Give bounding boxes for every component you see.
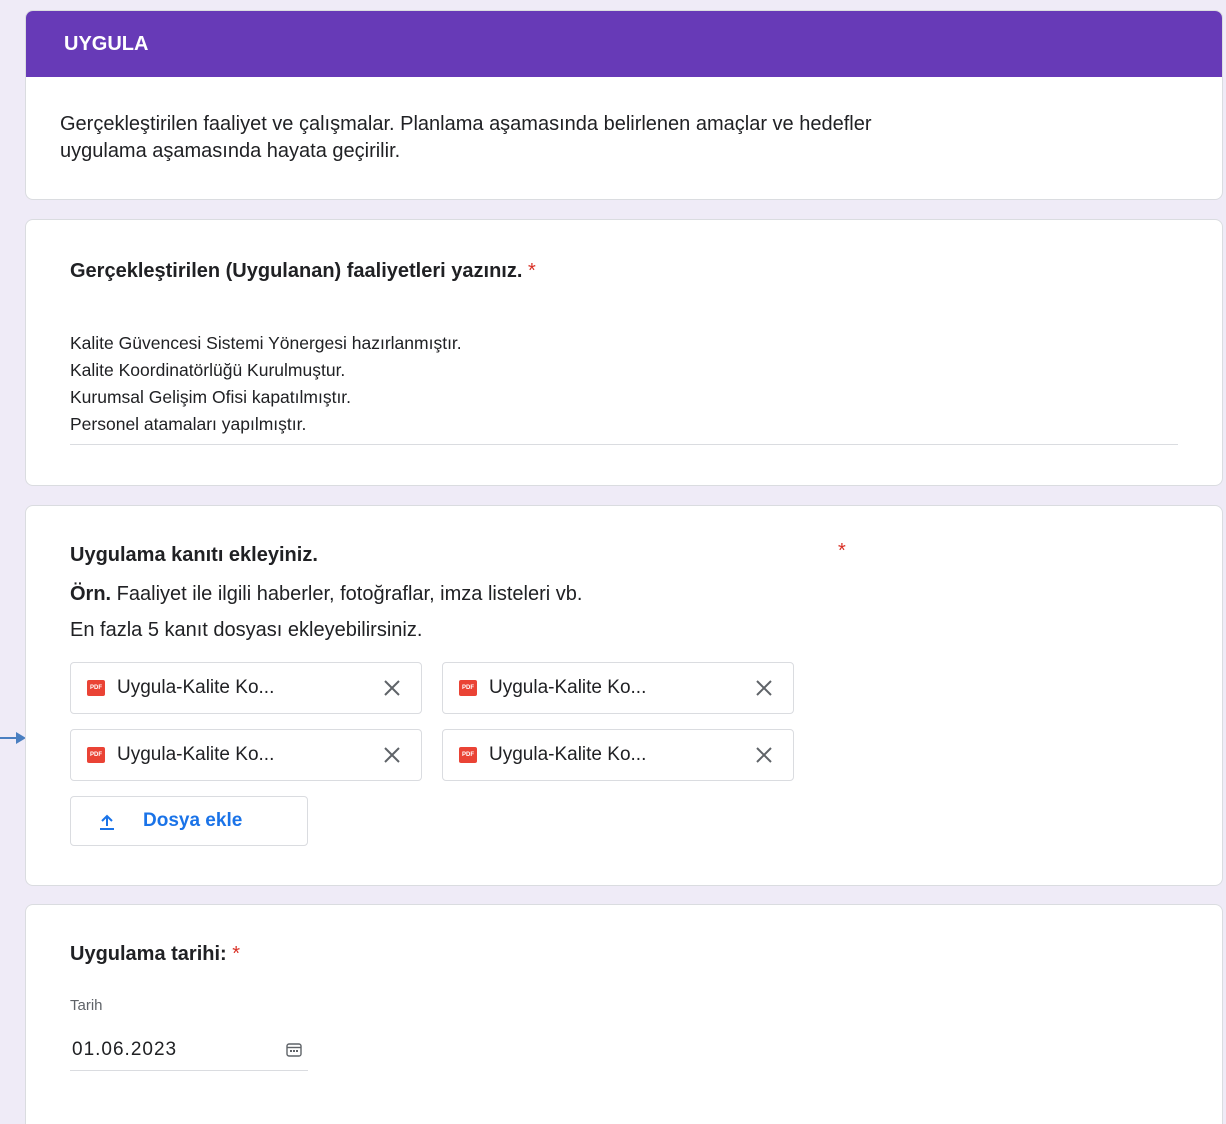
question-title-text: Gerçekleştirilen (Uygulanan) faaliyetler…	[70, 260, 523, 282]
arrow-annotation-icon	[0, 732, 26, 744]
calendar-icon[interactable]	[286, 1043, 302, 1057]
question-date: Uygulama tarihi: * Tarih 01.06.2023	[25, 904, 1223, 1124]
section-title: UYGULA	[26, 11, 1222, 77]
answer-line: Kurumsal Gelişim Ofisi kapatılmıştır.	[70, 387, 352, 407]
required-mark: *	[232, 943, 241, 965]
question-activities: Gerçekleştirilen (Uygulanan) faaliyetler…	[25, 219, 1223, 486]
required-mark: *	[527, 260, 536, 282]
section-description-line: uygulama aşamasında hayata geçirilir.	[60, 140, 401, 162]
pdf-icon: PDF	[459, 747, 477, 763]
answer-line: Kalite Güvencesi Sistemi Yönergesi hazır…	[70, 333, 462, 353]
question-description: Örn. Faaliyet ile ilgili haberler, fotoğ…	[70, 576, 582, 648]
pdf-icon: PDF	[87, 680, 105, 696]
example-line: Örn. Faaliyet ile ilgili haberler, fotoğ…	[70, 576, 582, 612]
file-name: Uygula-Kalite Ko...	[489, 677, 647, 698]
question-title: Gerçekleştirilen (Uygulanan) faaliyetler…	[70, 260, 536, 283]
example-prefix: Örn.	[70, 583, 112, 605]
file-chip[interactable]: PDF Uygula-Kalite Ko...	[442, 729, 794, 781]
file-chip[interactable]: PDF Uygula-Kalite Ko...	[70, 662, 422, 714]
question-title: Uygulama tarihi: *	[70, 943, 240, 966]
limit-text: En fazla 5 kanıt dosyası ekleyebilirsini…	[70, 619, 423, 641]
close-icon[interactable]	[381, 677, 403, 699]
file-name: Uygula-Kalite Ko...	[489, 744, 647, 765]
question-title-text: Uygulama tarihi:	[70, 943, 227, 965]
question-title: Uygulama kanıtı ekleyiniz.	[70, 544, 318, 566]
file-name: Uygula-Kalite Ko...	[117, 744, 275, 765]
question-evidence: Uygulama kanıtı ekleyiniz. * Örn. Faaliy…	[25, 505, 1223, 886]
file-chip[interactable]: PDF Uygula-Kalite Ko...	[442, 662, 794, 714]
date-field-label: Tarih	[70, 997, 103, 1014]
file-chip[interactable]: PDF Uygula-Kalite Ko...	[70, 729, 422, 781]
answer-line: Kalite Koordinatörlüğü Kurulmuştur.	[70, 360, 346, 380]
add-file-label: Dosya ekle	[143, 810, 243, 831]
answer-line: Personel atamaları yapılmıştır.	[70, 414, 307, 434]
add-file-button[interactable]: Dosya ekle	[70, 796, 308, 846]
date-value: 01.06.2023	[72, 1039, 178, 1060]
required-mark: *	[838, 540, 846, 562]
pdf-icon: PDF	[87, 747, 105, 763]
pdf-icon: PDF	[459, 680, 477, 696]
activities-answer-field[interactable]: Kalite Güvencesi Sistemi Yönergesi hazır…	[70, 330, 1178, 445]
section-description: Gerçekleştirilen faaliyet ve çalışmalar.…	[26, 77, 1222, 165]
file-name: Uygula-Kalite Ko...	[117, 677, 275, 698]
close-icon[interactable]	[381, 744, 403, 766]
section-card: UYGULA Gerçekleştirilen faaliyet ve çalı…	[25, 10, 1223, 200]
upload-icon	[100, 814, 114, 830]
section-description-line: Gerçekleştirilen faaliyet ve çalışmalar.…	[60, 113, 872, 135]
example-text: Faaliyet ile ilgili haberler, fotoğrafla…	[111, 583, 583, 605]
date-input[interactable]: 01.06.2023	[70, 1035, 308, 1071]
close-icon[interactable]	[753, 677, 775, 699]
close-icon[interactable]	[753, 744, 775, 766]
